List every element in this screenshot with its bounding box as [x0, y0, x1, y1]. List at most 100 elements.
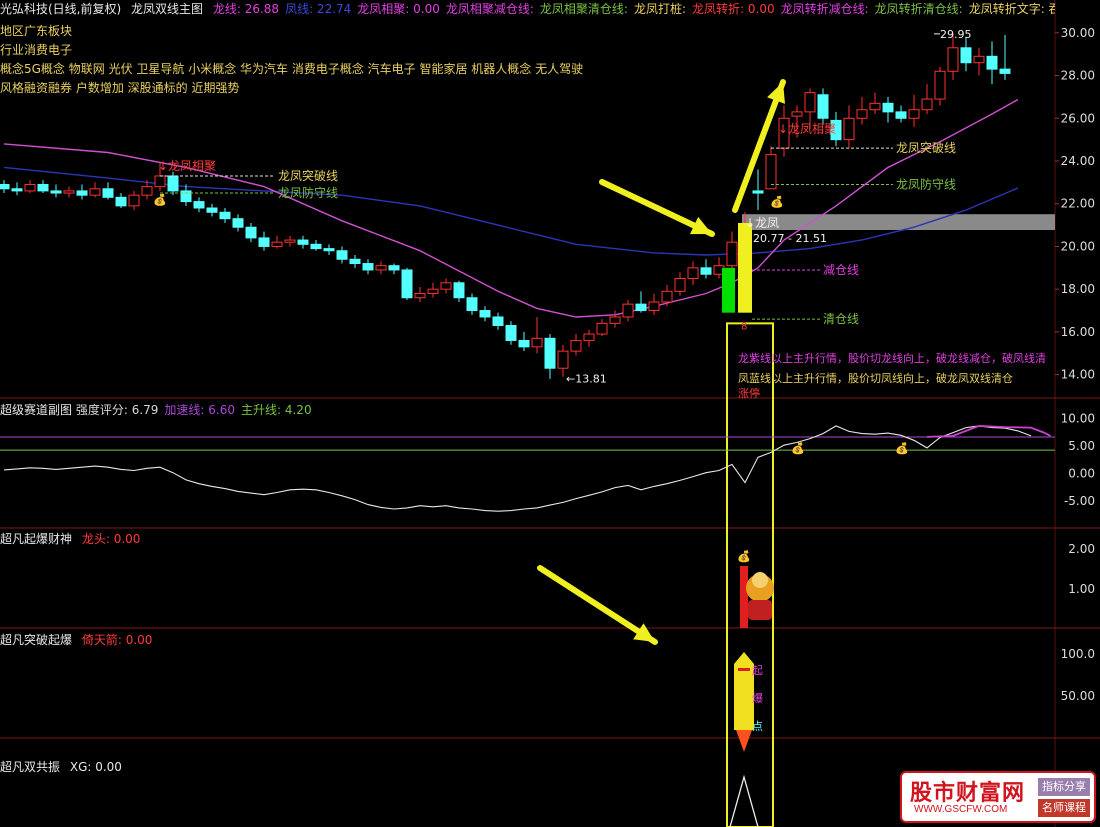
- marker-label-left: ↓龙凤相聚: [158, 159, 216, 173]
- candle-body: [622, 303, 634, 318]
- candle-body: [518, 339, 530, 348]
- header-field-6: 龙凤转折: 0.00: [692, 2, 775, 16]
- sub3-header: 超凡突破起爆 倚天箭: 0.00: [0, 631, 152, 648]
- candle-body: [206, 207, 218, 213]
- candle-body: [479, 310, 491, 318]
- candle-body: [843, 117, 855, 141]
- candle-body: [687, 267, 699, 279]
- defense-label-left: 龙凤防守线: [278, 185, 338, 200]
- watermark-site: 股市财富网: [910, 780, 1026, 806]
- caishen-bar: [740, 566, 748, 628]
- candle-body: [661, 290, 673, 303]
- sub1-tick-label: -5.00: [1064, 494, 1095, 508]
- header-field-2: 龙凤相聚: 0.00: [357, 2, 440, 16]
- sub4-header: 超凡双共振 XG: 0.00: [0, 758, 122, 775]
- candle-body: [297, 239, 309, 245]
- candle-body: [63, 190, 75, 194]
- sub4-field: XG: 0.00: [69, 760, 122, 774]
- sub3-title[interactable]: 超凡突破起爆: [0, 633, 72, 647]
- candle-body: [427, 288, 439, 294]
- price-tick-label: 20.00: [1061, 239, 1095, 253]
- price-tick-label: 28.00: [1061, 69, 1095, 83]
- candle-body: [973, 55, 985, 64]
- candle-body: [492, 316, 504, 327]
- candle-body: [947, 47, 959, 72]
- sub3-tick-label: 100.0: [1061, 647, 1095, 661]
- moneybag-icon: 💰: [895, 442, 909, 455]
- rocket-flame: [736, 730, 752, 752]
- header-field-9: 龙凤转折文字: 吞噬: 0.00: [968, 2, 1055, 16]
- candle-body: [700, 267, 712, 275]
- green-volume-bar: [722, 267, 735, 313]
- rocket-stripe: [738, 668, 750, 671]
- note-dragon: 龙紫线以上主升行情，股价切龙线向上，破龙线减仓，破凤线清: [738, 351, 1046, 365]
- candle-body: [453, 282, 465, 299]
- candle-body: [596, 322, 608, 335]
- info-style: 风格融资融券 户数增加 深股通标的 近期强势: [0, 81, 240, 95]
- phoenix-label: ↓龙凤: [745, 216, 779, 230]
- candle-body: [76, 190, 88, 196]
- moneybag-icon: 💰: [737, 550, 751, 563]
- candle-body: [817, 94, 829, 119]
- rocket-body: [734, 664, 754, 730]
- caishen-head: [752, 572, 768, 588]
- candle-body: [24, 184, 36, 192]
- sub1-field-0: 强度评分: 6.79: [75, 403, 159, 417]
- candle-body: [908, 109, 920, 119]
- candle-body: [895, 111, 907, 119]
- reduce-label: 减仓线: [823, 263, 859, 277]
- candle-body: [141, 186, 153, 196]
- candle-body: [336, 250, 348, 260]
- candle-body: [648, 301, 660, 312]
- sub3-tick-label: 50.00: [1061, 689, 1095, 703]
- sub2-tick-label: 2.00: [1068, 542, 1095, 556]
- candle-body: [232, 218, 244, 228]
- strength-score-line: [3, 425, 1032, 512]
- info-industry: 行业消费电子: [0, 43, 73, 57]
- candle-body: [531, 337, 543, 348]
- moneybag-icon: 💰: [153, 193, 167, 206]
- candle-body: [414, 292, 426, 299]
- candle-body: [271, 241, 283, 247]
- candle-body: [726, 241, 738, 267]
- candle-body: [154, 175, 166, 188]
- sub4-title[interactable]: 超凡双共振: [0, 760, 60, 774]
- rocket-char: 点: [752, 720, 763, 733]
- watermark-badge: 股市财富网 WWW.GSCFW.COM 指标分享 名师课程: [900, 771, 1096, 823]
- dragon-line: [3, 98, 1019, 318]
- rocket-char: 起: [752, 664, 763, 677]
- header-field-4: 龙凤相聚清仓线:: [539, 2, 628, 16]
- range-label: 20.77 - 21.51: [753, 232, 827, 245]
- candle-body: [765, 154, 777, 190]
- sub2-header: 超凡起爆财神 龙头: 0.00: [0, 530, 140, 547]
- sub1-header: 超级赛道副图 强度评分: 6.79 加速线: 6.60 主升线: 4.20: [0, 401, 318, 418]
- price-tick-label: 22.00: [1061, 197, 1095, 211]
- price-tick-label: 18.00: [1061, 282, 1095, 296]
- moneybag-icon: 💰: [770, 196, 784, 209]
- header-field-8: 龙凤转折清仓线:: [874, 2, 963, 16]
- defense-label-right: 龙凤防守线: [896, 177, 956, 192]
- indicator-name[interactable]: 龙凤双线主图: [131, 2, 203, 16]
- candle-body: [180, 190, 192, 203]
- candle-body: [310, 243, 322, 250]
- candle-body: [674, 278, 686, 292]
- moneybag-icon: 💰: [791, 442, 805, 455]
- stock-title[interactable]: 光弘科技(日线,前复权): [0, 2, 121, 16]
- sub1-title[interactable]: 超级赛道副图: [0, 403, 72, 417]
- candle-body: [245, 226, 257, 239]
- candle-body: [349, 258, 361, 265]
- price-tick-label: 26.00: [1061, 111, 1095, 125]
- header-field-1: 凤线: 22.74: [285, 2, 352, 16]
- sub1-field-2: 主升线: 4.20: [241, 403, 312, 417]
- sub2-title[interactable]: 超凡起爆财神: [0, 532, 72, 546]
- candle-body: [11, 188, 23, 192]
- arrow-down: [537, 565, 658, 645]
- candle-body: [856, 109, 868, 119]
- marker-label-right: ↓龙凤相聚: [778, 122, 836, 136]
- header-field-7: 龙凤转折减仓线:: [780, 2, 869, 16]
- header-field-5: 龙凤打桩:: [633, 2, 687, 16]
- candle-body: [921, 98, 933, 111]
- breakout-label-left: 龙凤突破线: [278, 168, 338, 183]
- yellow-limitup-bar: [738, 222, 752, 313]
- header-field-3: 龙凤相聚减仓线:: [445, 2, 534, 16]
